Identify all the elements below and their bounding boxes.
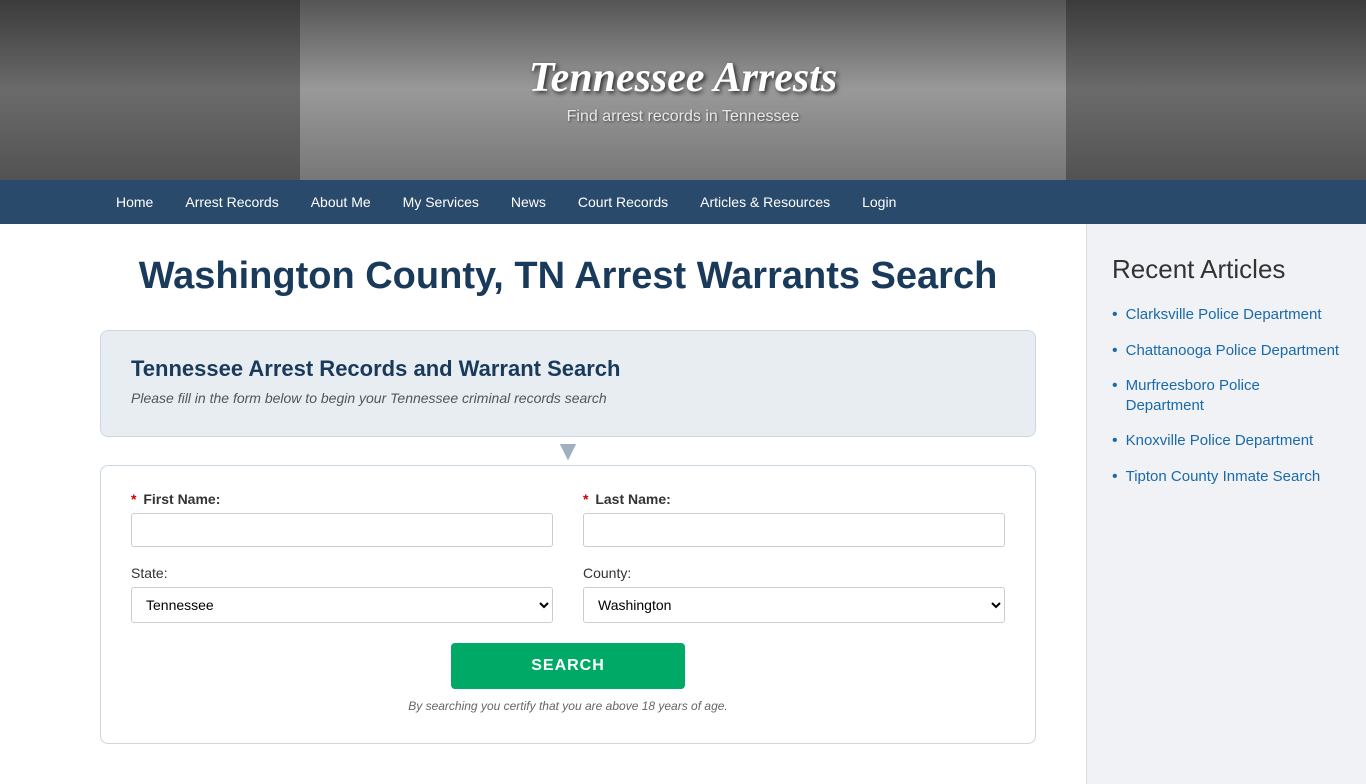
search-box-title: Tennessee Arrest Records and Warrant Sea… xyxy=(131,356,1005,382)
sidebar-title: Recent Articles xyxy=(1112,254,1341,285)
nav-item-court-records[interactable]: Court Records xyxy=(562,180,684,224)
county-group: County: WashingtonDavidsonKnoxHamiltonSh… xyxy=(583,565,1005,623)
state-group: State: TennesseeAlabamaGeorgiaKentuckyNo… xyxy=(131,565,553,623)
location-row: State: TennesseeAlabamaGeorgiaKentuckyNo… xyxy=(131,565,1005,623)
search-arrow-icon: ▼ xyxy=(100,437,1036,465)
site-subtitle: Find arrest records in Tennessee xyxy=(529,108,837,126)
sidebar-article-link[interactable]: Murfreesboro Police Department xyxy=(1126,376,1341,415)
first-name-input[interactable] xyxy=(131,513,553,547)
search-form-area: * First Name: * Last Name: State: Tenn xyxy=(100,465,1036,744)
first-name-group: * First Name: xyxy=(131,491,553,547)
last-name-label: * Last Name: xyxy=(583,491,1005,507)
bullet-icon: • xyxy=(1112,432,1118,450)
nav-item-articles-resources[interactable]: Articles & Resources xyxy=(684,180,846,224)
sidebar-article-link[interactable]: Knoxville Police Department xyxy=(1126,431,1314,451)
main-wrapper: Washington County, TN Arrest Warrants Se… xyxy=(0,224,1366,784)
state-select[interactable]: TennesseeAlabamaGeorgiaKentuckyNorth Car… xyxy=(131,587,553,623)
first-name-label: * First Name: xyxy=(131,491,553,507)
nav-item-home[interactable]: Home xyxy=(100,180,169,224)
nav-item-login[interactable]: Login xyxy=(846,180,912,224)
sidebar-article-link[interactable]: Clarksville Police Department xyxy=(1126,305,1322,325)
search-button-row: SEARCH xyxy=(131,643,1005,689)
list-item: • Clarksville Police Department xyxy=(1112,305,1341,325)
county-select[interactable]: WashingtonDavidsonKnoxHamiltonShelbySull… xyxy=(583,587,1005,623)
bullet-icon: • xyxy=(1112,342,1118,360)
main-content: Washington County, TN Arrest Warrants Se… xyxy=(0,224,1086,784)
list-item: • Tipton County Inmate Search xyxy=(1112,467,1341,487)
bullet-icon: • xyxy=(1112,306,1118,324)
header-bars-right xyxy=(1066,0,1366,180)
search-box-subtitle: Please fill in the form below to begin y… xyxy=(131,390,1005,406)
nav-item-news[interactable]: News xyxy=(495,180,562,224)
last-name-input[interactable] xyxy=(583,513,1005,547)
list-item: • Chattanooga Police Department xyxy=(1112,341,1341,361)
recent-articles-list: • Clarksville Police Department • Chattanoo… xyxy=(1112,305,1341,486)
last-name-group: * Last Name: xyxy=(583,491,1005,547)
nav-item-arrest-records[interactable]: Arrest Records xyxy=(169,180,294,224)
header-content: Tennessee Arrests Find arrest records in… xyxy=(529,54,837,126)
sidebar: Recent Articles • Clarksville Police Depa… xyxy=(1086,224,1366,784)
search-button[interactable]: SEARCH xyxy=(451,643,685,689)
nav-item-about-me[interactable]: About Me xyxy=(295,180,387,224)
list-item: • Knoxville Police Department xyxy=(1112,431,1341,451)
page-title: Washington County, TN Arrest Warrants Se… xyxy=(100,254,1036,300)
bullet-icon: • xyxy=(1112,377,1118,395)
site-title: Tennessee Arrests xyxy=(529,54,837,102)
main-navigation: HomeArrest RecordsAbout MeMy ServicesNew… xyxy=(0,180,1366,224)
nav-item-my-services[interactable]: My Services xyxy=(387,180,495,224)
site-header: Tennessee Arrests Find arrest records in… xyxy=(0,0,1366,180)
list-item: • Murfreesboro Police Department xyxy=(1112,376,1341,415)
header-bars-left xyxy=(0,0,300,180)
county-label: County: xyxy=(583,565,1005,581)
last-name-required-star: * xyxy=(583,491,588,507)
search-info-box: Tennessee Arrest Records and Warrant Sea… xyxy=(100,330,1036,437)
state-label: State: xyxy=(131,565,553,581)
sidebar-article-link[interactable]: Tipton County Inmate Search xyxy=(1126,467,1321,487)
sidebar-article-link[interactable]: Chattanooga Police Department xyxy=(1126,341,1339,361)
name-row: * First Name: * Last Name: xyxy=(131,491,1005,547)
bullet-icon: • xyxy=(1112,468,1118,486)
form-disclaimer: By searching you certify that you are ab… xyxy=(131,699,1005,713)
first-name-required-star: * xyxy=(131,491,136,507)
